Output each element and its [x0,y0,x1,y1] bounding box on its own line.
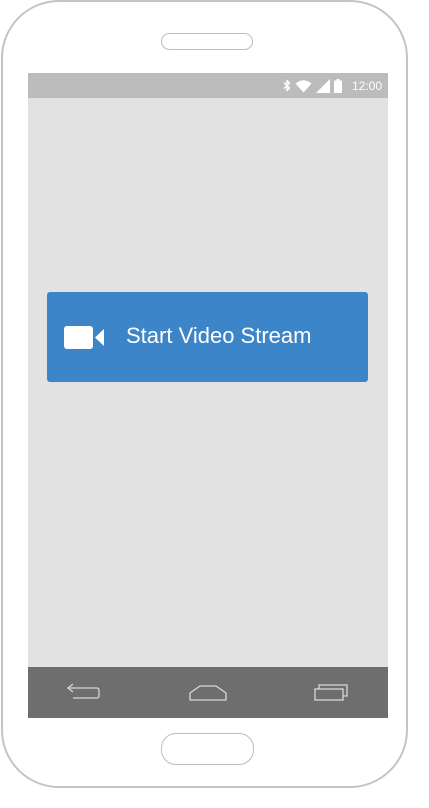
status-time: 12:00 [351,78,382,93]
nav-back-button[interactable] [48,667,118,718]
wifi-icon [295,79,312,92]
phone-home-button[interactable] [161,733,254,765]
status-bar: 12:00 [28,73,388,98]
nav-recent-apps-button[interactable] [297,667,367,718]
app-content: Start Video Stream [28,98,388,667]
phone-speaker [161,33,253,50]
home-icon [189,684,227,701]
status-icons: 12:00 [283,73,382,98]
nav-home-button[interactable] [173,667,243,718]
start-video-stream-button[interactable]: Start Video Stream [47,292,368,382]
bluetooth-icon [283,79,291,92]
navigation-bar [28,667,388,718]
start-video-stream-label: Start Video Stream [126,323,312,348]
battery-icon [333,78,342,93]
recent-apps-icon [314,683,348,701]
back-icon [66,682,100,699]
phone-screen: 12:00 Start Video Stream [28,73,388,718]
phone-frame: 12:00 Start Video Stream [1,0,408,788]
signal-icon [315,78,330,93]
video-camera-icon [64,326,104,349]
